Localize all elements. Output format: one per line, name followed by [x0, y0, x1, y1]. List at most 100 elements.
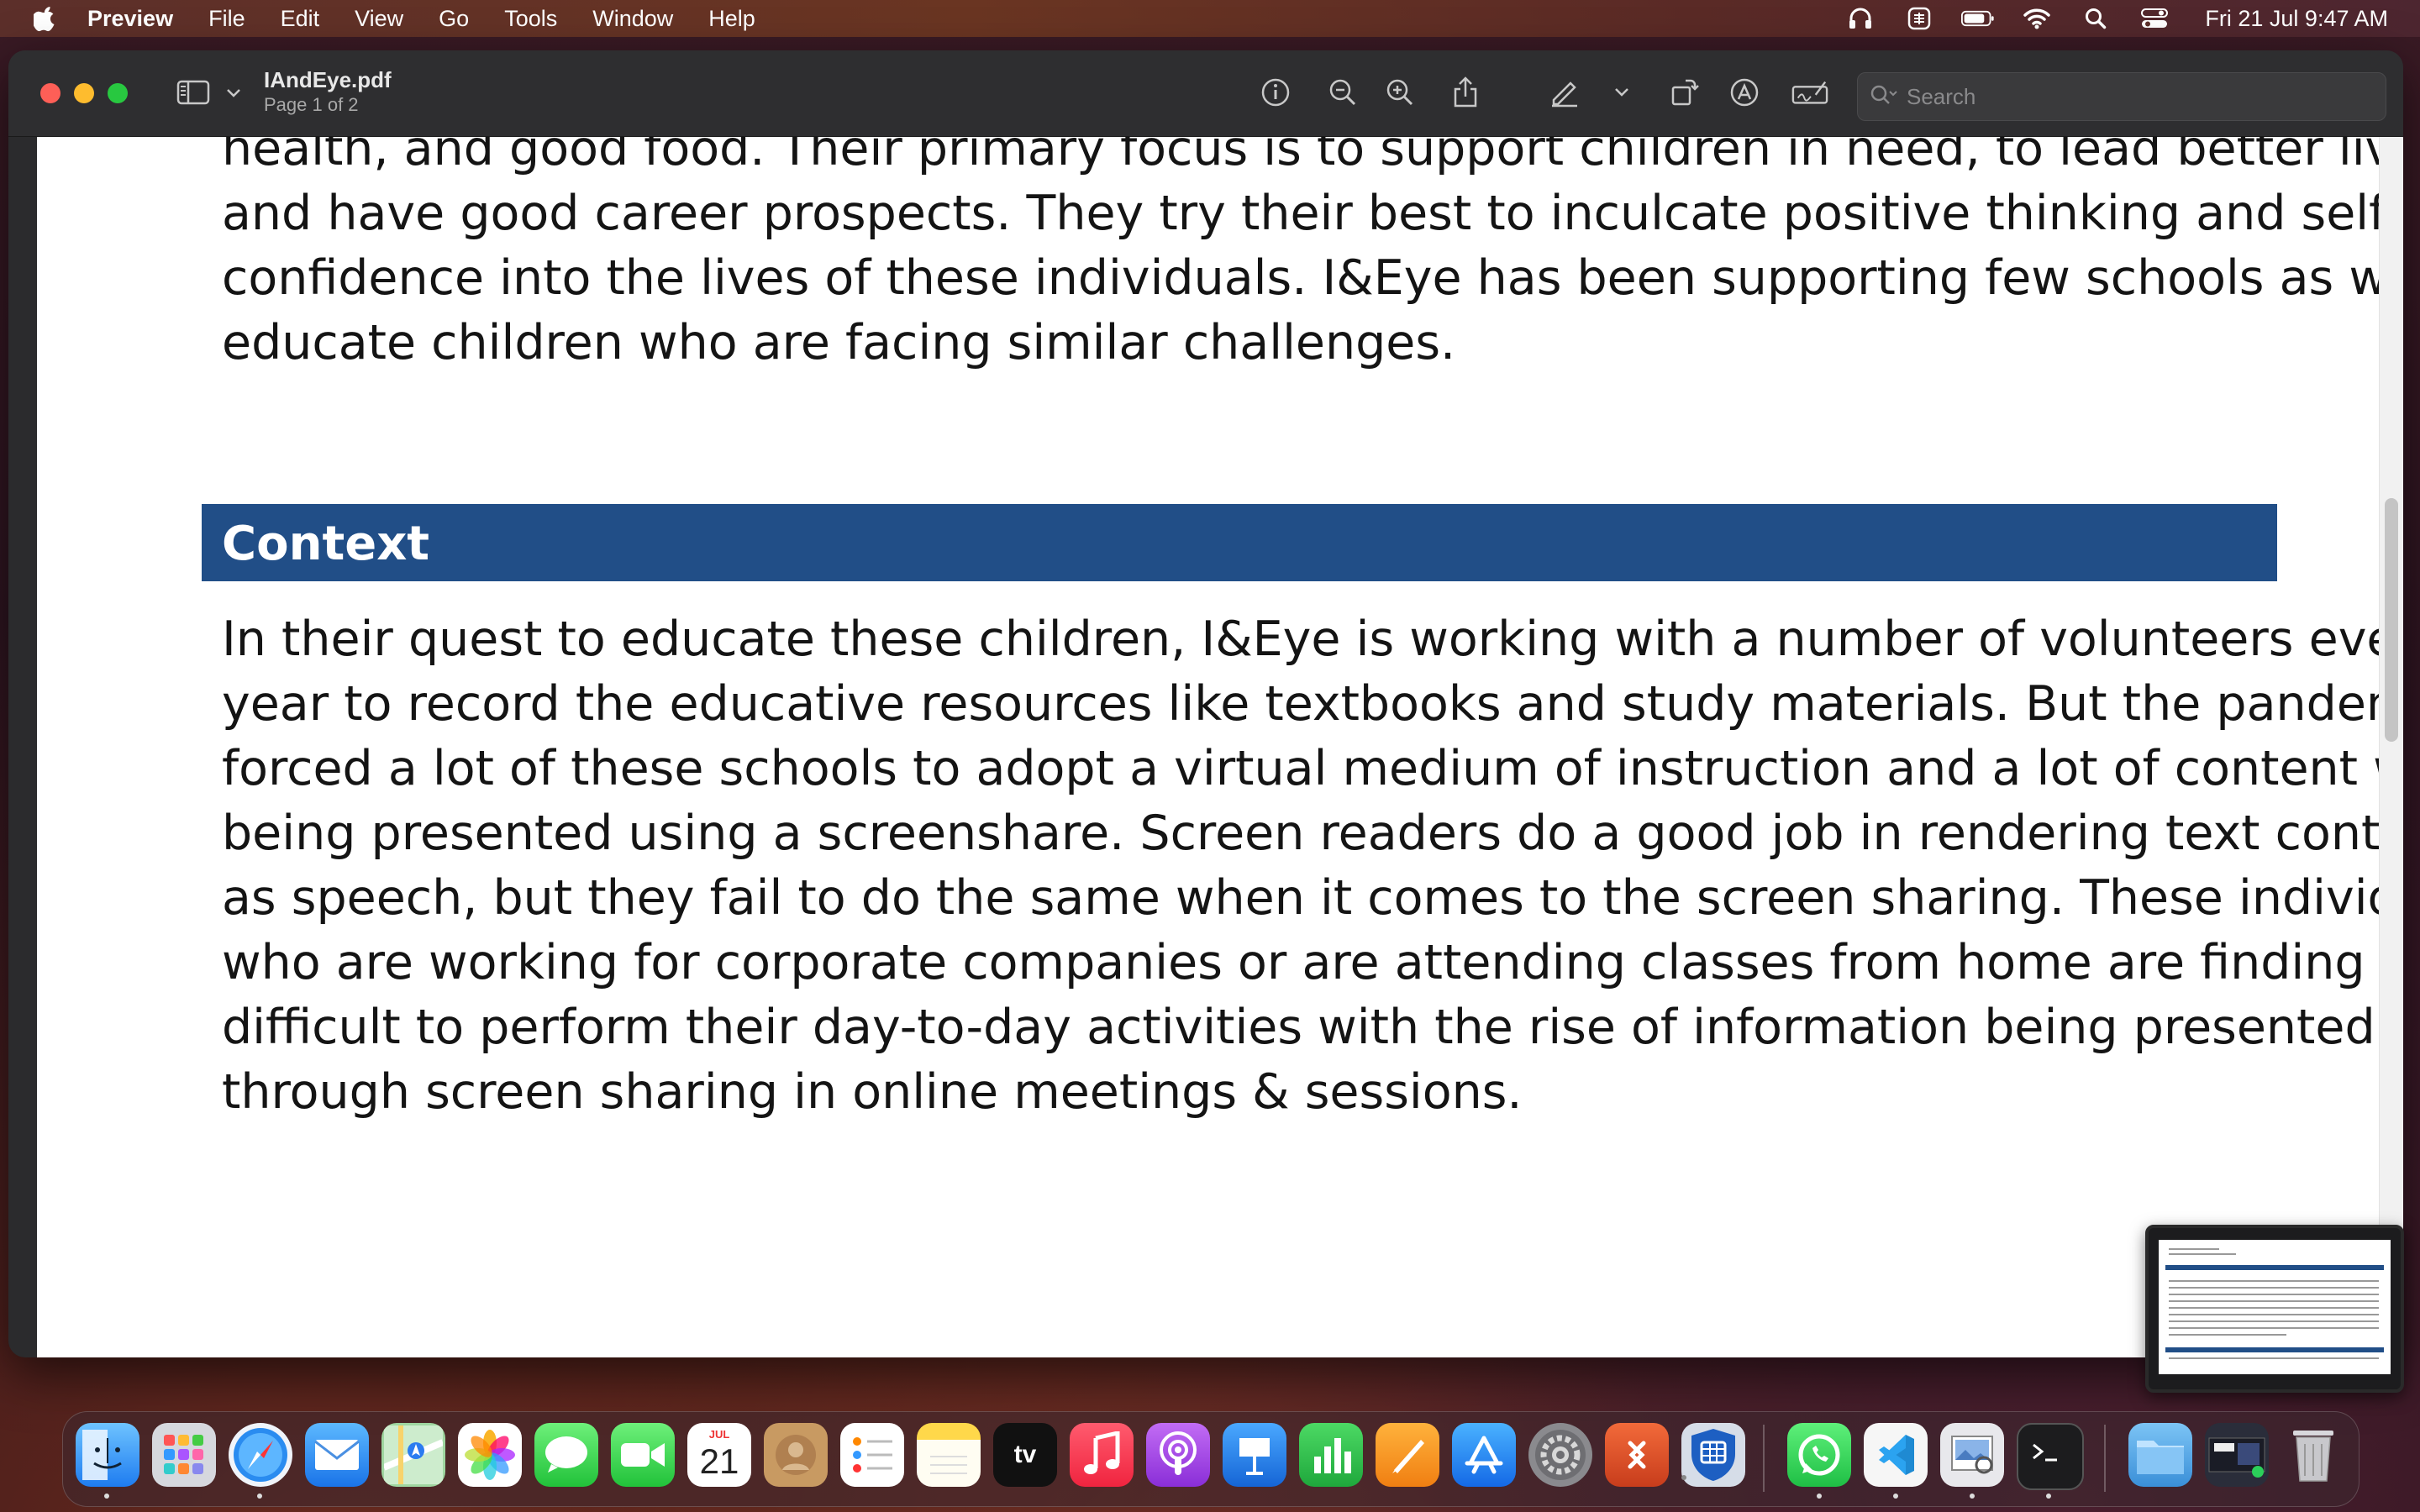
thumbnail-line	[2169, 1294, 2379, 1295]
mail-icon[interactable]	[305, 1423, 369, 1487]
dock-separator	[2104, 1425, 2106, 1492]
thumbnail-line	[2169, 1327, 2379, 1329]
facetime-icon[interactable]	[611, 1423, 675, 1487]
sidebar-toggle-icon[interactable]	[175, 76, 212, 109]
text-line: as speech, but they fail to do the same …	[222, 870, 2403, 926]
trash-icon[interactable]	[2281, 1423, 2345, 1487]
thumbnail-line	[2169, 1248, 2219, 1250]
dock-separator	[1763, 1425, 1765, 1492]
menu-go[interactable]: Go	[439, 0, 469, 37]
markup-chevron-down-icon[interactable]	[1603, 74, 1640, 111]
calendar-icon[interactable]: JUL 21	[687, 1423, 751, 1487]
remote-desktop-icon[interactable]	[1605, 1423, 1669, 1487]
appstore-icon[interactable]	[1452, 1423, 1516, 1487]
search-field[interactable]	[1857, 72, 2386, 121]
window-toolbar: IAndEye.pdf Page 1 of 2	[8, 50, 2403, 137]
battery-icon[interactable]	[1961, 5, 1995, 32]
menu-app-name[interactable]: Preview	[87, 0, 173, 37]
text-line: confidence into the lives of these indiv…	[222, 250, 2403, 306]
calendar-month: JUL	[708, 1428, 730, 1441]
text-line: difficult to perform their day-to-day ac…	[222, 1000, 2375, 1055]
menu-window[interactable]: Window	[592, 0, 673, 37]
terminal-icon[interactable]	[2017, 1423, 2084, 1490]
wifi-icon[interactable]	[2020, 5, 2054, 32]
thumbnail-line	[2169, 1314, 2379, 1315]
info-icon[interactable]	[1257, 74, 1294, 111]
markup-pencil-icon[interactable]	[1546, 74, 1583, 111]
thumbnail-bar	[2165, 1265, 2384, 1270]
pages-icon[interactable]	[1376, 1423, 1439, 1487]
text-line: being presented using a screenshare. Scr…	[222, 806, 2403, 861]
appletv-icon[interactable]: tv	[993, 1423, 1057, 1487]
search-input[interactable]	[1905, 80, 2362, 113]
preview-window: IAndEye.pdf Page 1 of 2 Search health, a…	[8, 50, 2403, 1357]
thumbnail-line	[2169, 1287, 2379, 1289]
running-indicator	[2046, 1494, 2051, 1499]
messages-icon[interactable]	[534, 1423, 598, 1487]
chevron-down-icon[interactable]	[224, 81, 244, 106]
running-indicator	[104, 1494, 109, 1499]
close-window-button[interactable]	[40, 83, 60, 103]
menu-clock[interactable]: Fri 21 Jul 9:47 AM	[2205, 6, 2388, 32]
zoom-in-icon[interactable]	[1381, 74, 1418, 111]
music-icon[interactable]	[1070, 1423, 1134, 1487]
vpn-status-icon[interactable]	[1902, 5, 1936, 32]
vscode-icon[interactable]	[1864, 1423, 1928, 1487]
notes-icon[interactable]	[917, 1423, 981, 1487]
reminders-icon[interactable]	[840, 1423, 904, 1487]
system-settings-icon[interactable]	[1528, 1423, 1592, 1487]
text-line: through screen sharing in online meeting…	[222, 1064, 1523, 1120]
thumbnail-line	[2169, 1334, 2286, 1336]
spotlight-search-icon[interactable]	[2079, 5, 2112, 32]
contacts-icon[interactable]	[764, 1423, 828, 1487]
safari-icon[interactable]	[229, 1423, 292, 1487]
section-heading-bar: Context	[202, 504, 2277, 581]
paragraph-context: In their quest to educate these children…	[222, 607, 2403, 1125]
menu-file[interactable]: File	[208, 0, 245, 37]
running-indicator	[1970, 1494, 1975, 1499]
vpn-shield-icon[interactable]	[1681, 1423, 1745, 1487]
downloads-folder-icon[interactable]	[2128, 1423, 2192, 1487]
finder-icon[interactable]	[76, 1423, 139, 1487]
minimize-window-button[interactable]	[74, 83, 94, 103]
thumbnail-line	[2169, 1253, 2236, 1255]
tv-label: tv	[1013, 1441, 1037, 1468]
text-line: educate children who are facing similar …	[222, 315, 1456, 370]
text-line: and have good career prospects. They try…	[222, 186, 2401, 241]
scrollbar-thumb[interactable]	[2385, 498, 2398, 742]
rotate-icon[interactable]	[1665, 74, 1702, 111]
running-indicator	[1681, 1475, 1686, 1480]
preview-icon[interactable]	[1940, 1423, 2004, 1487]
photos-icon[interactable]	[458, 1423, 522, 1487]
recent-window-icon[interactable]	[2205, 1423, 2269, 1487]
menu-view[interactable]: View	[355, 0, 403, 37]
menu-edit[interactable]: Edit	[281, 0, 320, 37]
podcasts-icon[interactable]	[1146, 1423, 1210, 1487]
fullscreen-window-button[interactable]	[108, 83, 128, 103]
section-heading: Context	[222, 517, 430, 571]
document-view[interactable]: health, and good food. Their primary foc…	[37, 137, 2403, 1357]
menu-tools[interactable]: Tools	[504, 0, 557, 37]
launchpad-icon[interactable]	[152, 1423, 216, 1487]
menu-help[interactable]: Help	[708, 0, 755, 37]
menu-bar: Preview File Edit View Go Tools Window H…	[0, 0, 2420, 37]
text-line: who are working for corporate companies …	[222, 935, 2403, 990]
running-indicator	[1893, 1494, 1898, 1499]
apple-menu-icon[interactable]	[32, 5, 59, 32]
maps-icon[interactable]	[381, 1423, 445, 1487]
share-icon[interactable]	[1447, 74, 1484, 111]
headphones-icon[interactable]	[1844, 5, 1877, 32]
numbers-icon[interactable]	[1299, 1423, 1363, 1487]
form-fill-icon[interactable]	[1791, 74, 1828, 111]
screenshot-thumbnail[interactable]	[2145, 1225, 2404, 1393]
zoom-out-icon[interactable]	[1324, 74, 1361, 111]
whatsapp-icon[interactable]	[1787, 1423, 1851, 1487]
annotate-icon[interactable]	[1726, 74, 1763, 111]
thumbnail-page	[2159, 1240, 2391, 1374]
thumbnail-line	[2169, 1357, 2379, 1359]
control-center-icon[interactable]	[2138, 5, 2171, 32]
search-icon	[1870, 83, 1898, 110]
thumbnail-line	[2169, 1320, 2379, 1322]
vertical-scrollbar[interactable]	[2379, 137, 2403, 1357]
keynote-icon[interactable]	[1223, 1423, 1286, 1487]
